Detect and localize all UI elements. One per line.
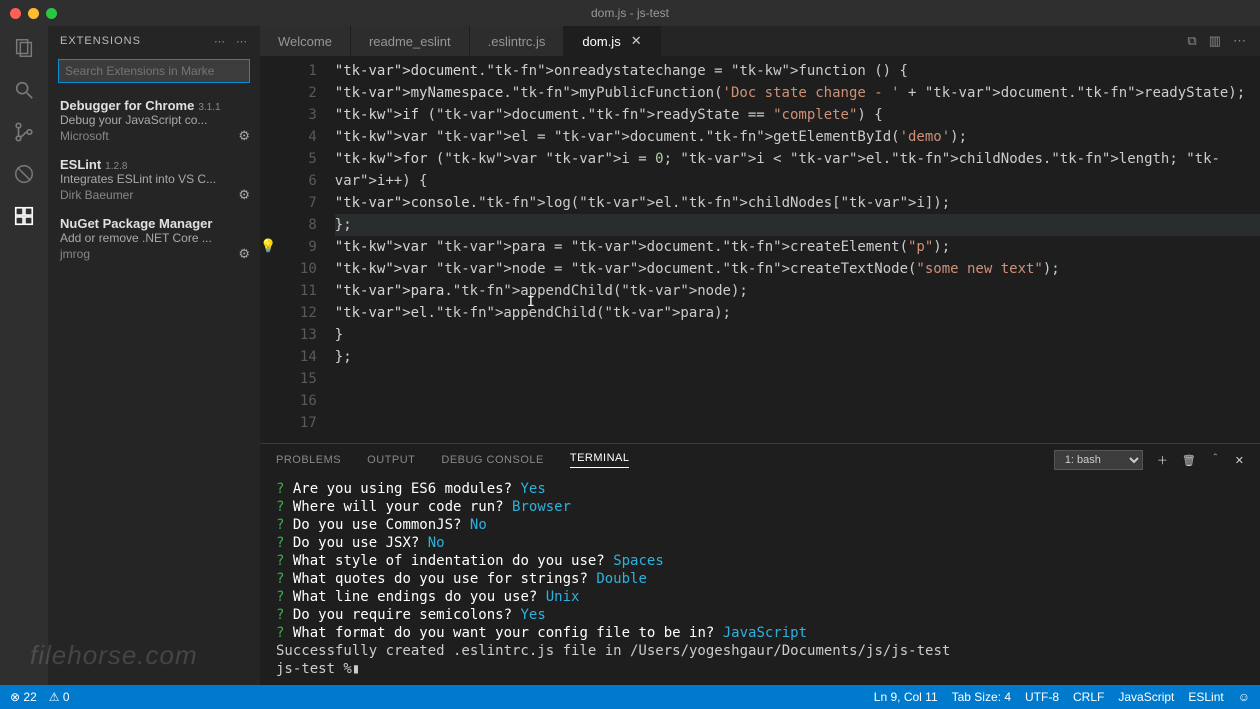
editor-tabs: Welcomereadme_eslint.eslintrc.jsdom.js✕ …	[260, 26, 1260, 56]
gear-icon[interactable]: ⚙	[238, 128, 250, 144]
panel-tab-debug-console[interactable]: DEBUG CONSOLE	[441, 454, 543, 466]
maximize-window[interactable]	[46, 8, 57, 19]
kill-terminal-icon[interactable]: 🗑	[1182, 454, 1196, 467]
maximize-panel-icon[interactable]: ＾	[1210, 452, 1221, 468]
files-icon[interactable]	[12, 36, 36, 60]
split-editor-icon[interactable]: ▥	[1209, 33, 1221, 49]
window-title: dom.js - js-test	[591, 6, 669, 20]
gear-icon[interactable]: ⚙	[238, 187, 250, 203]
line-numbers: 1234567891011121314151617	[279, 56, 335, 443]
status-language[interactable]: JavaScript	[1118, 690, 1174, 704]
extensions-sidebar: EXTENSIONS ⋯ ⋯ Debugger for Chrome3.1.1D…	[48, 26, 260, 685]
close-window[interactable]	[10, 8, 21, 19]
panel-tab-terminal[interactable]: TERMINAL	[570, 452, 630, 468]
lightbulb-icon[interactable]: 💡	[260, 236, 279, 258]
close-panel-icon[interactable]: ✕	[1235, 454, 1244, 467]
debug-icon[interactable]	[12, 162, 36, 186]
source-control-icon[interactable]	[12, 120, 36, 144]
editor-tab[interactable]: readme_eslint	[351, 26, 470, 56]
more-icon[interactable]: ⋯	[236, 35, 248, 48]
panel-tab-problems[interactable]: PROBLEMS	[276, 454, 341, 466]
extension-item[interactable]: ESLint1.2.8Integrates ESLint into VS C..…	[48, 150, 260, 209]
close-tab-icon[interactable]: ✕	[631, 33, 642, 49]
status-encoding[interactable]: UTF-8	[1025, 690, 1059, 704]
extension-item[interactable]: Debugger for Chrome3.1.1Debug your JavaS…	[48, 91, 260, 150]
status-errors[interactable]: ⊗ 22	[10, 690, 37, 704]
sidebar-title: EXTENSIONS	[60, 35, 141, 47]
activity-bar	[0, 26, 48, 685]
titlebar: dom.js - js-test	[0, 0, 1260, 26]
more-actions-icon[interactable]: ⋯	[1233, 33, 1246, 49]
search-icon[interactable]	[12, 78, 36, 102]
terminal-selector[interactable]: 1: bash	[1054, 450, 1143, 470]
editor-tab[interactable]: Welcome	[260, 26, 351, 56]
search-extensions-input[interactable]	[58, 59, 250, 83]
status-warnings[interactable]: ⚠ 0	[49, 690, 70, 704]
new-terminal-icon[interactable]: ＋	[1157, 452, 1168, 468]
window-controls	[0, 8, 57, 19]
compare-icon[interactable]: ⧉	[1187, 33, 1196, 49]
filter-icon[interactable]: ⋯	[214, 35, 226, 48]
status-tab-size[interactable]: Tab Size: 4	[952, 690, 1011, 704]
extensions-icon[interactable]	[12, 204, 36, 228]
status-feedback-icon[interactable]: ☺	[1238, 690, 1250, 704]
status-ln-col[interactable]: Ln 9, Col 11	[874, 690, 938, 704]
gear-icon[interactable]: ⚙	[238, 246, 250, 262]
status-bar: ⊗ 22 ⚠ 0 Ln 9, Col 11 Tab Size: 4 UTF-8 …	[0, 685, 1260, 709]
status-eslint[interactable]: ESLint	[1188, 690, 1223, 704]
bottom-panel: PROBLEMS OUTPUT DEBUG CONSOLE TERMINAL 1…	[260, 443, 1260, 685]
editor-tab[interactable]: .eslintrc.js	[470, 26, 565, 56]
panel-tab-output[interactable]: OUTPUT	[367, 454, 415, 466]
minimize-window[interactable]	[28, 8, 39, 19]
editor-tab[interactable]: dom.js✕	[564, 26, 660, 56]
code-editor[interactable]: 💡 1234567891011121314151617 "tk-var">doc…	[260, 56, 1260, 443]
status-eol[interactable]: CRLF	[1073, 690, 1104, 704]
terminal-output[interactable]: ? Are you using ES6 modules? Yes ? Where…	[260, 476, 1260, 685]
extension-item[interactable]: NuGet Package ManagerAdd or remove .NET …	[48, 209, 260, 268]
